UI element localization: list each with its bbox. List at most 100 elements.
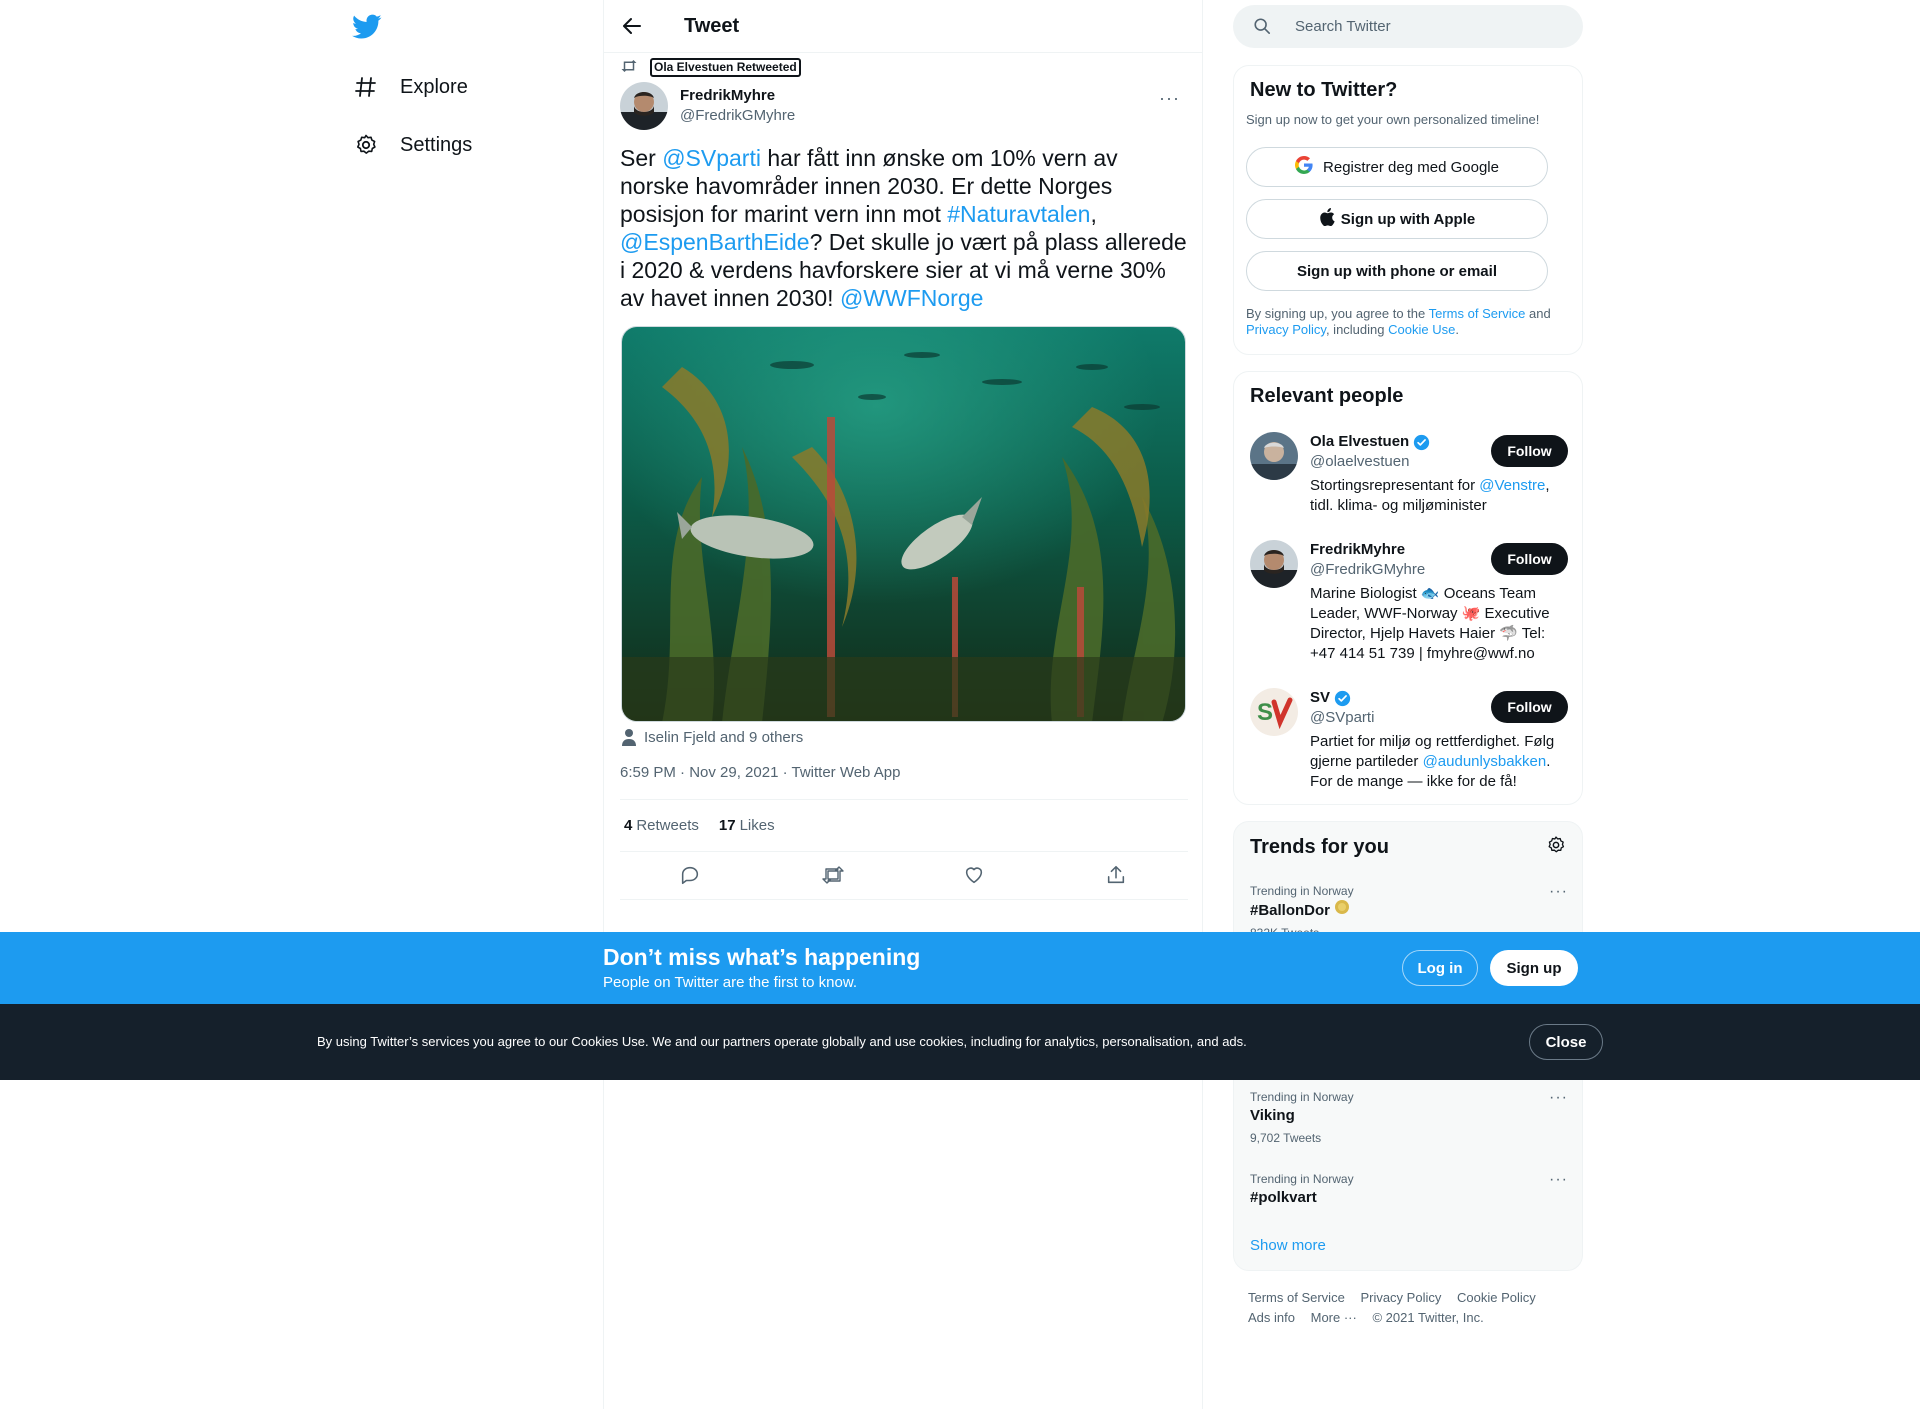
terms-text: and bbox=[1525, 306, 1551, 321]
retweet-icon bbox=[620, 58, 638, 77]
person-avatar[interactable] bbox=[1250, 540, 1298, 588]
gear-icon bbox=[352, 131, 380, 159]
terms-of-service-link[interactable]: Terms of Service bbox=[1429, 306, 1526, 321]
signup-phone-email-button[interactable]: Sign up with phone or email bbox=[1246, 251, 1548, 291]
trend-more-icon[interactable]: ··· bbox=[1549, 883, 1568, 901]
signup-apple-button[interactable]: Sign up with Apple bbox=[1246, 199, 1548, 239]
verified-badge-icon bbox=[1334, 690, 1351, 707]
tweet-timestamp[interactable]: 6:59 PM · Nov 29, 2021 · Twitter Web App bbox=[620, 764, 900, 781]
follow-button[interactable]: Follow bbox=[1491, 435, 1568, 467]
like-heart-icon[interactable] bbox=[963, 864, 987, 888]
trend-category: Trending in Norway bbox=[1250, 884, 1354, 898]
person-avatar[interactable]: S bbox=[1250, 688, 1298, 736]
login-button[interactable]: Log in bbox=[1402, 950, 1478, 986]
footer-privacy-link[interactable]: Privacy Policy bbox=[1360, 1290, 1441, 1305]
author-name[interactable]: FredrikMyhre bbox=[680, 86, 795, 106]
person-icon bbox=[622, 728, 638, 746]
tweet-text-segment: Ser bbox=[620, 145, 663, 171]
footer-links: Terms of Service Privacy Policy Cookie P… bbox=[1248, 1288, 1578, 1328]
likes-stat[interactable]: 17 Likes bbox=[719, 817, 775, 834]
privacy-policy-link[interactable]: Privacy Policy bbox=[1246, 322, 1326, 337]
trend-more-icon[interactable]: ··· bbox=[1549, 1089, 1568, 1107]
trend-name: #polkvart bbox=[1250, 1189, 1317, 1206]
bio-mention-audunlysbakken[interactable]: @audunlysbakken bbox=[1423, 753, 1547, 770]
signup-google-button[interactable]: Registrer deg med Google bbox=[1246, 147, 1548, 187]
bio-text: Stortingsrepresentant for bbox=[1310, 477, 1480, 494]
footer-more-link[interactable]: More ··· bbox=[1311, 1310, 1357, 1325]
relevant-people-title: Relevant people bbox=[1250, 385, 1404, 407]
footer-copyright: © 2021 Twitter, Inc. bbox=[1372, 1310, 1484, 1325]
liked-by[interactable]: Iselin Fjeld and 9 others bbox=[622, 728, 803, 746]
trends-settings-gear-icon[interactable] bbox=[1546, 835, 1566, 860]
search-input[interactable]: Search Twitter bbox=[1233, 5, 1583, 48]
twitter-logo-icon[interactable] bbox=[352, 14, 384, 44]
more-options-icon[interactable]: ··· bbox=[1159, 88, 1180, 109]
retweets-stat[interactable]: 4 Retweets bbox=[624, 817, 699, 834]
hashtag-naturavtalen[interactable]: #Naturavtalen bbox=[947, 201, 1090, 227]
tweet-stats: 4 Retweets 17 Likes bbox=[620, 799, 1188, 852]
signup-terms: By signing up, you agree to the Terms of… bbox=[1246, 306, 1566, 338]
cookie-close-button[interactable]: Close bbox=[1529, 1024, 1603, 1060]
tweet-author: FredrikMyhre @FredrikGMyhre ··· bbox=[620, 82, 1188, 130]
likes-count: 17 bbox=[718, 817, 736, 834]
author-handle[interactable]: @FredrikGMyhre bbox=[680, 106, 795, 126]
trend-name: #BallonDor bbox=[1250, 899, 1568, 922]
terms-text: . bbox=[1455, 322, 1459, 337]
nav-settings-label: Settings bbox=[400, 133, 473, 156]
signup-banner: Don’t miss what’s happening People on Tw… bbox=[0, 932, 1920, 1004]
cookie-banner: By using Twitter’s services you agree to… bbox=[0, 1004, 1920, 1080]
main-header: Tweet bbox=[604, 0, 1202, 53]
trend-item[interactable]: Trending in Norway Viking 9,702 Tweets ·… bbox=[1250, 1089, 1568, 1149]
person-name[interactable]: FredrikMyhre bbox=[1310, 540, 1405, 560]
trend-category: Trending in Norway bbox=[1250, 1090, 1354, 1104]
trends-title: Trends for you bbox=[1250, 836, 1389, 858]
footer-terms-link[interactable]: Terms of Service bbox=[1248, 1290, 1345, 1305]
signup-button[interactable]: Sign up bbox=[1490, 950, 1578, 986]
trend-more-icon[interactable]: ··· bbox=[1549, 1171, 1568, 1189]
retweeted-by-link[interactable]: Ola Elvestuen Retweeted bbox=[650, 58, 801, 77]
footer-ads-info-link[interactable]: Ads info bbox=[1248, 1310, 1295, 1325]
tweet-photo[interactable] bbox=[621, 326, 1186, 722]
trend-name: Viking bbox=[1250, 1107, 1295, 1124]
person-bio: Marine Biologist 🐟 Oceans Team Leader, W… bbox=[1310, 585, 1550, 662]
hashtag-icon bbox=[352, 73, 380, 101]
new-to-twitter-card: New to Twitter? Sign up now to get your … bbox=[1233, 65, 1583, 355]
follow-button[interactable]: Follow bbox=[1491, 691, 1568, 723]
nav-settings[interactable]: Settings bbox=[352, 120, 472, 170]
mention-svparti[interactable]: @SVparti bbox=[662, 145, 761, 171]
likes-label: Likes bbox=[739, 817, 775, 834]
show-more-trends-link[interactable]: Show more bbox=[1250, 1237, 1326, 1254]
retweets-count: 4 bbox=[624, 817, 633, 834]
trophy-ball-icon bbox=[1334, 900, 1350, 919]
terms-text: , including bbox=[1325, 322, 1389, 337]
new-to-twitter-subtitle: Sign up now to get your own personalized… bbox=[1246, 112, 1540, 127]
trend-item[interactable]: Trending in Norway #polkvart ··· bbox=[1250, 1171, 1568, 1209]
share-icon[interactable] bbox=[1105, 864, 1129, 888]
footer-cookie-link[interactable]: Cookie Policy bbox=[1457, 1290, 1536, 1305]
apple-icon bbox=[1319, 208, 1335, 230]
search-placeholder: Search Twitter bbox=[1295, 18, 1391, 35]
person-name[interactable]: SV bbox=[1310, 688, 1330, 708]
cookie-use-link[interactable]: Cookie Use bbox=[1388, 322, 1455, 337]
trend-category: Trending in Norway bbox=[1250, 1172, 1354, 1186]
person-bio: Stortingsrepresentant for @Venstre, tidl… bbox=[1310, 476, 1568, 516]
mention-espenbartheide[interactable]: @EspenBarthEide bbox=[620, 229, 810, 255]
signup-apple-label: Sign up with Apple bbox=[1340, 210, 1476, 228]
follow-button[interactable]: Follow bbox=[1491, 543, 1568, 575]
nav-explore[interactable]: Explore bbox=[352, 62, 468, 112]
person-avatar[interactable] bbox=[1250, 432, 1298, 480]
reply-icon[interactable] bbox=[679, 864, 703, 888]
search-icon bbox=[1253, 17, 1273, 37]
person-bio: Partiet for miljø og rettferdighet. Følg… bbox=[1310, 732, 1568, 792]
bio-mention-venstre[interactable]: @Venstre bbox=[1479, 477, 1545, 494]
person-name[interactable]: Ola Elvestuen bbox=[1310, 432, 1409, 452]
tweet-text-segment: , bbox=[1090, 201, 1097, 227]
author-avatar[interactable] bbox=[620, 82, 668, 130]
retweet-action-icon[interactable] bbox=[821, 864, 845, 888]
tweet-text: Ser @SVparti har fått inn ønske om 10% v… bbox=[620, 144, 1188, 312]
mention-wwfnorge[interactable]: @WWFNorge bbox=[840, 285, 983, 311]
tweet-actions bbox=[620, 852, 1188, 900]
back-arrow-icon[interactable] bbox=[620, 14, 644, 38]
signup-google-label: Registrer deg med Google bbox=[1323, 158, 1499, 176]
trend-count: 9,702 Tweets bbox=[1250, 1131, 1322, 1145]
